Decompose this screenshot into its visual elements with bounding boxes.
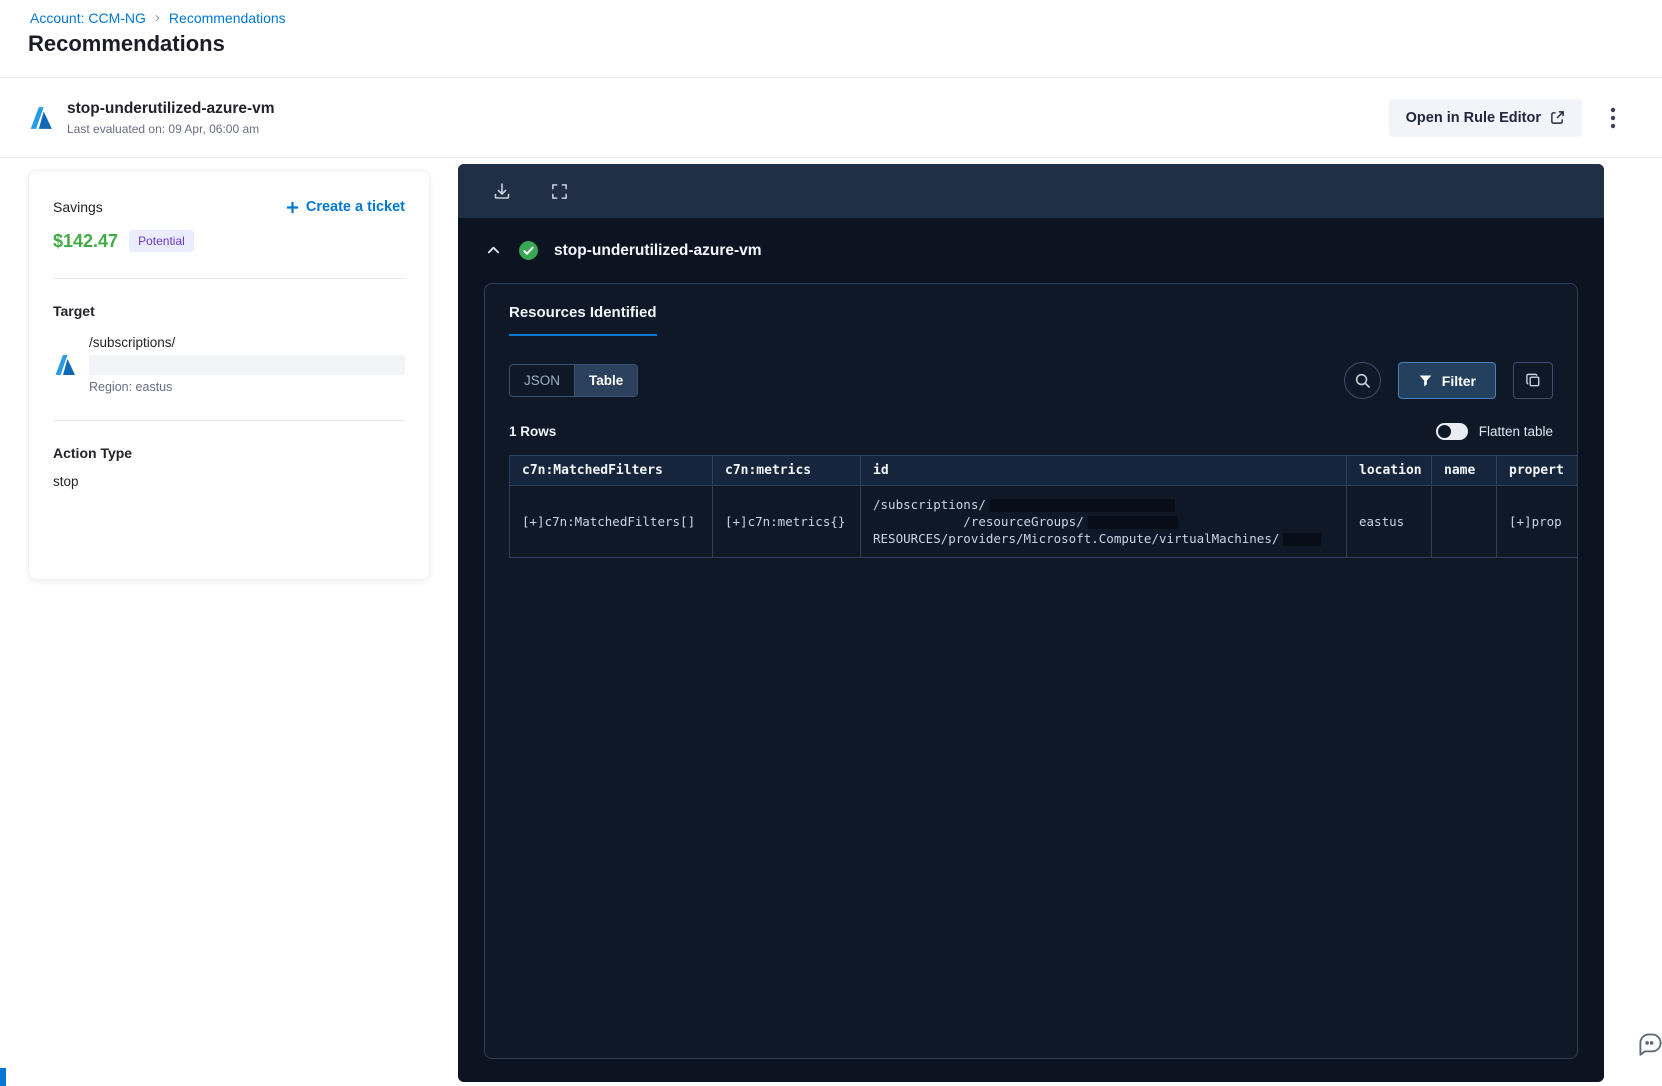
azure-icon [30, 106, 52, 129]
flatten-table-label: Flatten table [1478, 424, 1553, 439]
id-line-2: /resourceGroups/ [873, 514, 1084, 529]
panel-recommendation-name: stop-underutilized-azure-vm [554, 241, 762, 259]
redacted-vm-name [1283, 533, 1322, 546]
potential-badge: Potential [129, 230, 194, 252]
resources-table: c7n:MatchedFilters c7n:metrics id locati… [509, 455, 1577, 558]
col-header-metrics[interactable]: c7n:metrics [712, 455, 861, 486]
success-check-icon [519, 241, 538, 260]
kebab-icon [1610, 107, 1616, 128]
download-icon [494, 183, 510, 199]
target-path: /subscriptions/ [89, 335, 176, 350]
chat-bubble-icon [1639, 1033, 1662, 1056]
table-view-toggle[interactable]: Table [575, 365, 638, 396]
cell-location: eastus [1346, 485, 1432, 558]
filter-funnel-icon [1419, 375, 1432, 387]
breadcrumb: Account: CCM-NG › Recommendations [30, 9, 286, 26]
page-title: Recommendations [28, 31, 225, 56]
col-header-id[interactable]: id [860, 455, 1347, 486]
col-header-matched-filters[interactable]: c7n:MatchedFilters [509, 455, 713, 486]
cell-properties-expander[interactable]: [+]prop [1496, 485, 1577, 558]
recommendation-header: stop-underutilized-azure-vm Last evaluat… [0, 78, 1662, 158]
card-divider [53, 420, 405, 421]
target-label: Target [53, 303, 95, 319]
azure-icon [55, 354, 75, 375]
savings-amount: $142.47 [53, 230, 119, 251]
cell-id: /subscriptions/ /resourceGroups/ RESOURC… [860, 485, 1347, 558]
rows-count: 1 Rows [509, 424, 557, 439]
id-line-3: RESOURCES/providers/Microsoft.Compute/vi… [873, 531, 1280, 546]
card-divider [53, 278, 405, 279]
cell-matched-filters-expander[interactable]: [+]c7n:MatchedFilters[] [509, 485, 713, 558]
target-region: Region: eastus [89, 380, 173, 394]
last-evaluated-text: Last evaluated on: 09 Apr, 06:00 am [67, 121, 260, 136]
fullscreen-button[interactable] [548, 180, 571, 203]
col-header-name[interactable]: name [1431, 455, 1497, 486]
copy-button[interactable] [1513, 362, 1553, 399]
collapse-button[interactable] [484, 241, 503, 260]
corner-accent-bar [0, 1068, 6, 1086]
breadcrumb-account-link[interactable]: Account: CCM-NG [30, 10, 146, 26]
toggle-knob [1437, 425, 1451, 438]
col-header-location[interactable]: location [1346, 455, 1432, 486]
help-chat-button[interactable] [1637, 1030, 1662, 1060]
chevron-up-icon [487, 246, 500, 254]
copy-icon [1525, 373, 1539, 387]
search-button[interactable] [1343, 362, 1381, 399]
breadcrumb-recommendations-link[interactable]: Recommendations [169, 10, 286, 26]
table-row: [+]c7n:MatchedFilters[] [+]c7n:metrics{}… [509, 485, 1577, 558]
savings-card: Savings Create a ticket $142.47 Potentia… [28, 170, 430, 580]
cell-name [1431, 485, 1497, 558]
id-line-1: /subscriptions/ [873, 497, 986, 512]
panel-title-row: stop-underutilized-azure-vm [458, 218, 1604, 273]
more-options-kebab-button[interactable] [1606, 103, 1620, 133]
cell-metrics-expander[interactable]: [+]c7n:metrics{} [712, 485, 861, 558]
savings-label: Savings [53, 199, 103, 215]
open-in-rule-editor-label: Open in Rule Editor [1405, 109, 1541, 126]
redacted-subscription-id [989, 499, 1175, 512]
resources-container: Resources Identified JSON Table Filter 1… [484, 283, 1578, 1059]
create-ticket-label: Create a ticket [305, 199, 405, 215]
open-in-rule-editor-button[interactable]: Open in Rule Editor [1388, 98, 1582, 137]
action-type-value: stop [53, 474, 79, 489]
filter-label: Filter [1441, 372, 1476, 389]
fullscreen-icon [552, 183, 567, 199]
external-link-icon [1551, 111, 1564, 124]
resources-table-wrapper: c7n:MatchedFilters c7n:metrics id locati… [509, 455, 1577, 558]
filter-button[interactable]: Filter [1397, 362, 1496, 399]
col-header-properties[interactable]: propert [1496, 455, 1577, 486]
panel-toolbar [458, 164, 1604, 218]
json-view-toggle[interactable]: JSON [510, 365, 576, 396]
create-ticket-button[interactable]: Create a ticket [286, 199, 405, 215]
recommendation-name: stop-underutilized-azure-vm [67, 99, 275, 117]
redacted-target-value [89, 355, 405, 375]
flatten-table-toggle[interactable] [1435, 423, 1468, 440]
tab-resources-identified[interactable]: Resources Identified [509, 304, 657, 336]
breadcrumb-separator-icon: › [154, 9, 160, 26]
download-button[interactable] [490, 179, 514, 203]
redacted-resource-group [1087, 516, 1178, 529]
table-header-row: c7n:MatchedFilters c7n:metrics id locati… [509, 455, 1577, 486]
search-icon [1355, 373, 1370, 388]
action-type-label: Action Type [53, 445, 133, 461]
plus-icon [286, 201, 298, 213]
view-mode-segmented-control: JSON Table [509, 364, 639, 397]
resource-panel: stop-underutilized-azure-vm Resources Id… [458, 164, 1604, 1082]
